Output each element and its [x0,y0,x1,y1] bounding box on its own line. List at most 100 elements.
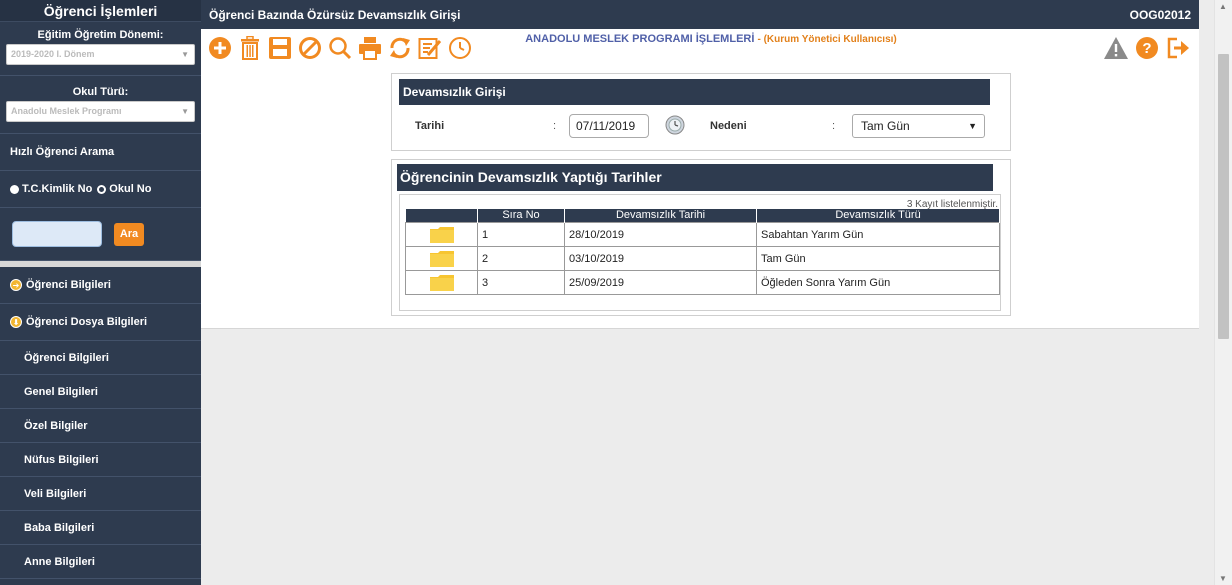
arrow-right-icon: ➔ [10,279,22,291]
submenu-label: Öğrenci Bilgileri [24,351,109,364]
menu-ogrenci-bilgileri[interactable]: ➔ Öğrenci Bilgileri [0,267,201,304]
reason-select-value: Tam Gün [861,119,910,133]
attendance-entry-box: Devamsızlık Girişi Tarihi : 07/11/2019 N… [391,73,1011,151]
list-box-title: Öğrencinin Devamsızlık Yaptığı Tarihler [397,164,993,191]
term-select-value: 2019-2020 I. Dönem [11,49,95,59]
exit-icon[interactable] [1165,35,1191,61]
reason-select[interactable]: Tam Gün ▼ [852,114,985,138]
right-toolbar: ? [1103,35,1191,61]
submenu-label: Veli Bilgileri [24,487,87,500]
term-select[interactable]: 2019-2020 I. Dönem ▼ [6,44,195,65]
col-header [405,209,478,223]
school-select[interactable]: Anadolu Meslek Programı ▼ [6,101,195,122]
row-type: Sabahtan Yarım Gün [756,222,1000,247]
row-type: Öğleden Sonra Yarım Gün [756,270,1000,295]
row-date: 25/09/2019 [564,270,757,295]
folder-cell[interactable] [405,246,478,271]
page-title: Öğrenci Bazında Özürsüz Devamsızlık Giri… [209,8,461,22]
folder-icon[interactable] [429,274,455,292]
folder-cell[interactable] [405,222,478,247]
folder-icon[interactable] [429,226,455,244]
submenu-label: Genel Bilgileri [24,385,98,398]
submenu-item[interactable]: Anne Bilgileri [0,545,201,579]
delete-icon[interactable] [237,35,263,61]
table-header: Sıra No Devamsızlık Tarihi Devamsızlık T… [405,209,1000,223]
help-icon[interactable]: ? [1134,35,1160,61]
quick-search-text: Hızlı Öğrenci Arama [10,146,115,158]
date-label: Tarihi [415,120,445,132]
chevron-down-icon: ▼ [968,121,977,131]
submenu-item[interactable]: Nüfus Bilgileri [0,443,201,477]
print-icon[interactable] [357,35,383,61]
sidebar-title: Öğrenci İşlemleri [0,0,201,22]
arrow-down-icon: ⬇ [10,316,22,328]
attendance-list-box: Öğrencinin Devamsızlık Yaptığı Tarihler … [391,159,1011,316]
menu-label: Öğrenci Bilgileri [26,279,111,291]
col-header: Sıra No [477,209,565,223]
page-scrollbar[interactable]: ▲ ▼ [1214,0,1232,585]
entry-box-title: Devamsızlık Girişi [399,79,990,105]
radio-tc-label[interactable]: T.C.Kimlik No [22,183,92,195]
page-header: Öğrenci Bazında Özürsüz Devamsızlık Giri… [201,0,1199,29]
radio-tc[interactable] [10,184,19,194]
page-code: OOG02012 [1129,8,1191,22]
clock-icon[interactable] [447,35,473,61]
submenu-item[interactable]: Genel Bilgileri [0,375,201,409]
table-row[interactable]: 2 03/10/2019 Tam Gün [405,246,1000,271]
submenu-label: Nüfus Bilgileri [24,453,99,466]
user-role: - (Kurum Yönetici Kullanıcısı) [757,34,897,45]
submenu-label: Özel Bilgiler [24,419,88,432]
reason-colon: : [832,120,836,132]
school-select-value: Anadolu Meslek Programı [11,106,122,116]
submenu-item[interactable]: Veli Bilgileri [0,477,201,511]
cancel-icon[interactable] [297,35,323,61]
save-icon[interactable] [267,35,293,61]
chevron-down-icon: ▼ [181,107,189,116]
radio-okul[interactable] [97,184,107,194]
submenu-label: Anne Bilgileri [24,555,95,568]
scroll-down-icon[interactable]: ▼ [1219,574,1227,583]
toolbar [207,35,473,61]
submenu-item[interactable]: Baba Bilgileri [0,511,201,545]
program-name: ANADOLU MESLEK PROGRAMI İŞLEMLERİ [525,33,755,45]
sidebar: Öğrenci İşlemleri Eğitim Öğretim Dönemi:… [0,0,201,585]
folder-icon[interactable] [429,250,455,268]
row-type: Tam Gün [756,246,1000,271]
svg-text:?: ? [1142,40,1151,57]
refresh-icon[interactable] [387,35,413,61]
scroll-thumb[interactable] [1218,54,1229,339]
row-number: 3 [477,270,565,295]
table-row[interactable]: 3 25/09/2019 Öğleden Sonra Yarım Gün [405,270,1000,295]
add-icon[interactable] [207,35,233,61]
search-icon[interactable] [327,35,353,61]
list-content: 3 Kayıt listelenmiştir. Sıra No Devamsız… [399,194,1001,311]
row-date: 03/10/2019 [564,246,757,271]
program-title: ANADOLU MESLEK PROGRAMI İŞLEMLERİ - (Kur… [501,33,921,46]
submenu-item[interactable]: Özel Bilgiler [0,409,201,443]
school-label: Okul Türü: [72,86,129,98]
radio-okul-label[interactable]: Okul No [109,183,151,195]
main-panel: ANADOLU MESLEK PROGRAMI İŞLEMLERİ - (Kur… [201,29,1199,329]
chevron-down-icon: ▼ [181,50,189,59]
edit-icon[interactable] [417,35,443,61]
calendar-icon[interactable] [664,114,686,139]
menu-ogrenci-dosya-bilgileri[interactable]: ⬇ Öğrenci Dosya Bilgileri [0,304,201,341]
search-button[interactable]: Ara [114,222,144,246]
date-input[interactable]: 07/11/2019 [569,114,649,138]
warning-icon[interactable] [1103,35,1129,61]
table-row[interactable]: 1 28/10/2019 Sabahtan Yarım Gün [405,222,1000,247]
reason-label: Nedeni [710,120,747,132]
attendance-table: Sıra No Devamsızlık Tarihi Devamsızlık T… [405,209,1000,295]
quick-search-label: Hızlı Öğrenci Arama [0,134,201,171]
scroll-up-icon[interactable]: ▲ [1219,2,1227,11]
col-header: Devamsızlık Tarihi [564,209,757,223]
date-colon: : [553,120,557,132]
col-header: Devamsızlık Türü [756,209,1000,223]
submenu-item[interactable]: Öğrenci Bilgileri [0,341,201,375]
row-number: 2 [477,246,565,271]
search-type-radios: T.C.Kimlik No Okul No [0,171,201,208]
folder-cell[interactable] [405,270,478,295]
search-input[interactable] [12,221,102,247]
row-date: 28/10/2019 [564,222,757,247]
submenu-label: Baba Bilgileri [24,521,95,534]
